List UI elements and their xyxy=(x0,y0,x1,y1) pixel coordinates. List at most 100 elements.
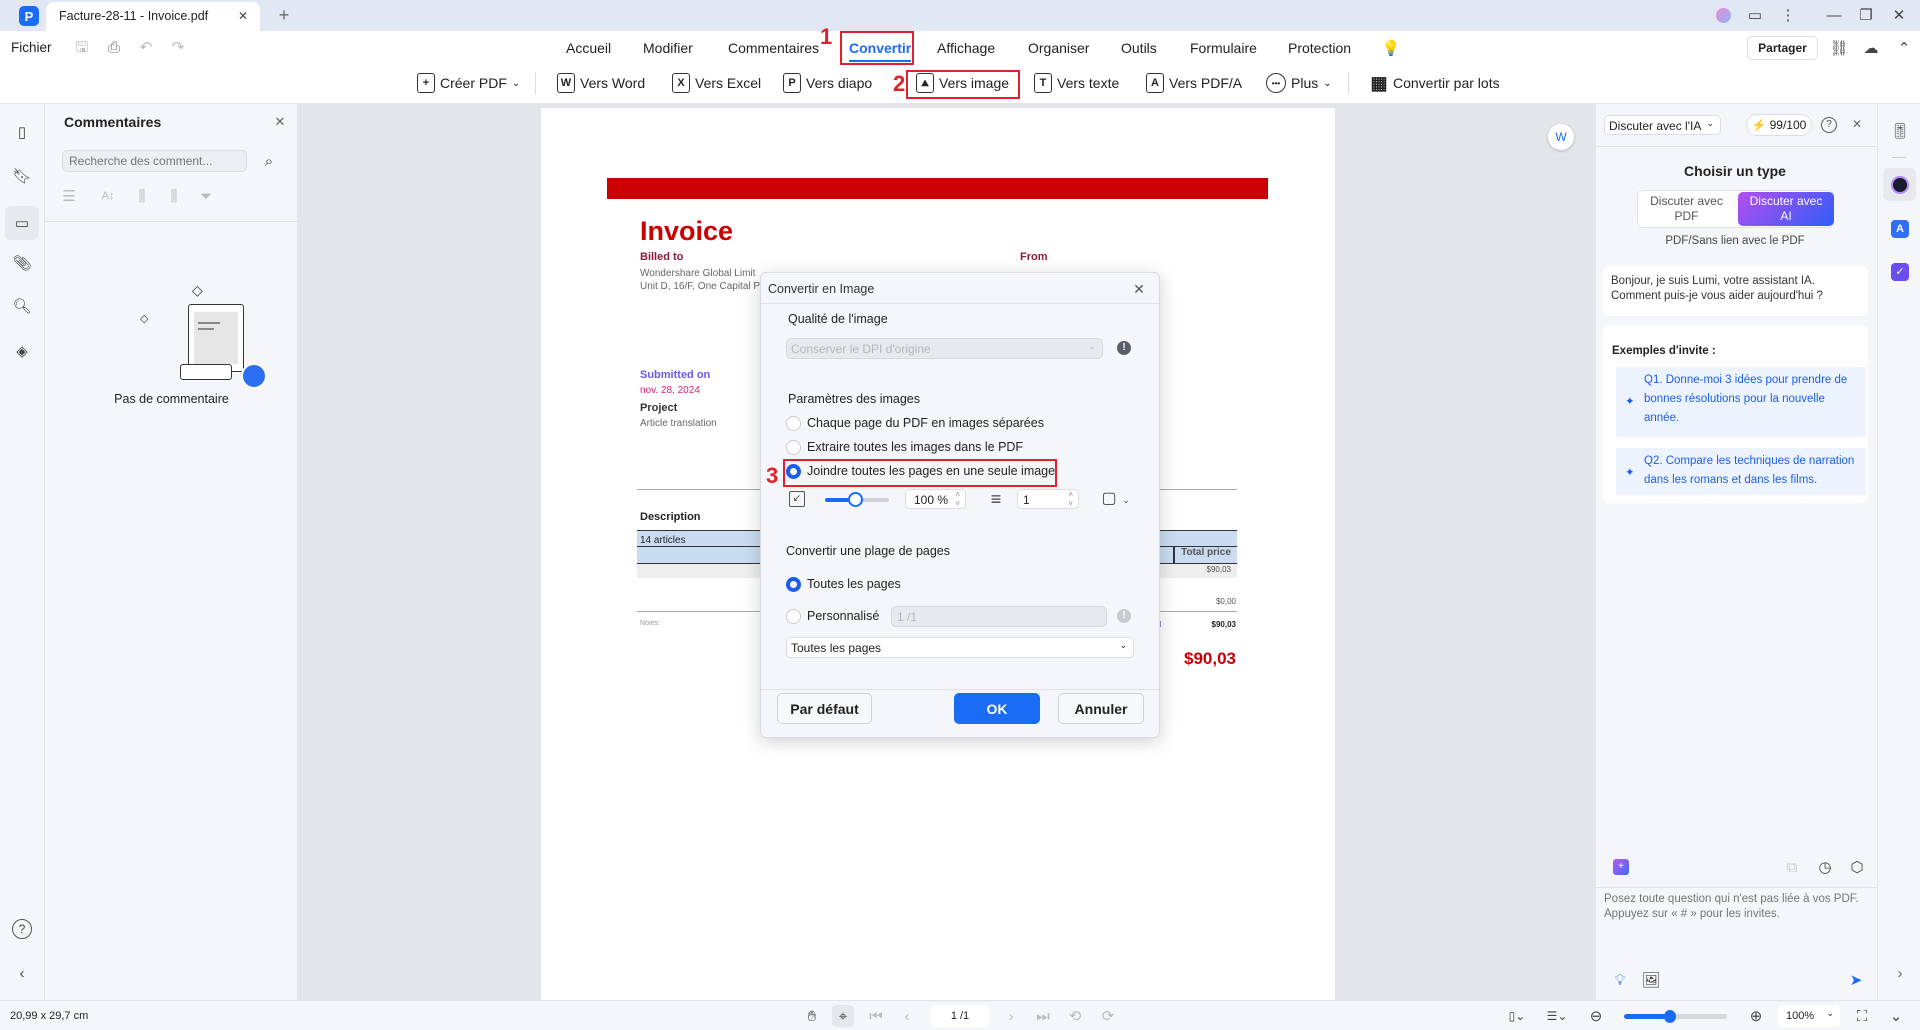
zoom-level-select[interactable]: 100% ⌄ xyxy=(1778,1005,1840,1027)
more-vertical-icon[interactable]: ⋮ xyxy=(1780,7,1796,23)
help-icon[interactable]: ? xyxy=(1821,117,1837,133)
menu-organiser[interactable]: Organiser xyxy=(1028,40,1089,56)
chevron-down-icon[interactable]: ⌄ xyxy=(1121,495,1131,505)
batch-convert-button[interactable]: ▦ Convertir par lots xyxy=(1370,73,1499,93)
close-tab-icon[interactable]: ✕ xyxy=(236,9,250,23)
settings-icon[interactable]: ⬡ xyxy=(1849,859,1865,875)
option-extract-images-label[interactable]: Extraire toutes les images dans le PDF xyxy=(807,440,1023,454)
menu-protection[interactable]: Protection xyxy=(1288,40,1351,56)
page-number-input[interactable]: 1 /1 xyxy=(931,1005,989,1027)
close-ai-panel-icon[interactable]: ✕ xyxy=(1850,117,1864,131)
to-pdfa-button[interactable]: A Vers PDF/A xyxy=(1146,73,1242,93)
comments-search-input[interactable] xyxy=(62,150,247,172)
ai-assistant-icon[interactable] xyxy=(1883,168,1916,201)
stepper-icon[interactable]: ˄ ˅ xyxy=(1068,490,1073,508)
to-slides-button[interactable]: P Vers diapo xyxy=(783,73,872,93)
spacing-input[interactable]: 1 ˄ ˅ xyxy=(1017,489,1079,509)
search-icon[interactable]: ⌕ xyxy=(260,152,278,170)
redo-icon[interactable]: ↷ xyxy=(170,39,186,55)
custom-range-radio[interactable] xyxy=(786,609,801,624)
file-menu[interactable]: Fichier xyxy=(11,40,52,55)
scale-input[interactable]: 100 % ˄ ˅ xyxy=(905,489,966,509)
zoom-slider[interactable] xyxy=(1624,1010,1727,1023)
example-prompt-2[interactable]: ✦ Q2. Compare les techniques de narration… xyxy=(1616,448,1866,495)
attachment-icon[interactable]: 📎︎ xyxy=(12,253,32,273)
ai-mode-select[interactable]: Discuter avec l'IA ⌄ xyxy=(1604,115,1721,135)
rotate-left-icon[interactable]: ⟲ xyxy=(1066,1007,1084,1025)
scroll-mode-icon[interactable]: ☰⌄ xyxy=(1546,1007,1568,1025)
bookmark-icon[interactable]: 🔖︎ xyxy=(12,166,32,186)
chat-with-pdf-option[interactable]: Discuter avec PDF xyxy=(1638,191,1735,227)
default-button[interactable]: Par défaut xyxy=(777,693,872,724)
hand-tool-icon[interactable]: ✋︎ xyxy=(803,1007,821,1025)
sort-icon[interactable]: ☰ xyxy=(60,187,78,205)
to-word-button[interactable]: W Vers Word xyxy=(557,73,645,93)
floating-convert-icon[interactable]: W xyxy=(1548,124,1574,150)
scale-slider[interactable] xyxy=(825,492,889,507)
last-page-icon[interactable]: ⏭ xyxy=(1034,1007,1052,1025)
minimize-icon[interactable]: — xyxy=(1826,7,1842,23)
prompt-lightbulb-icon[interactable]: 💡︎ xyxy=(1612,972,1628,988)
more-view-icon[interactable]: ⌄ xyxy=(1887,1007,1905,1025)
rotate-right-icon[interactable]: ⟳ xyxy=(1099,1007,1117,1025)
page-display-icon[interactable]: ▯⌄ xyxy=(1506,1007,1528,1025)
notebook-icon[interactable]: + xyxy=(1613,859,1629,875)
translate-icon[interactable]: A xyxy=(1891,220,1909,238)
collapse-all-icon[interactable]: ⫼ xyxy=(165,187,183,205)
share-button[interactable]: Partager xyxy=(1747,36,1818,60)
example-prompt-1[interactable]: ✦ Q1. Donne-moi 3 idées pour prendre de b… xyxy=(1616,367,1866,437)
close-panel-icon[interactable]: ✕ xyxy=(273,114,287,128)
prev-page-icon[interactable]: ‹ xyxy=(898,1007,916,1025)
expand-right-icon[interactable]: › xyxy=(1891,964,1909,982)
page-layout-icon[interactable]: ▢ xyxy=(1101,490,1117,508)
undo-icon[interactable]: ↶ xyxy=(138,39,154,55)
zoom-in-icon[interactable]: ⊕ xyxy=(1747,1007,1765,1025)
credits-badge[interactable]: ⚡ 99/100 xyxy=(1746,114,1812,136)
properties-icon[interactable]: 🎚︎ xyxy=(1890,122,1909,140)
print-icon[interactable]: ⎙ xyxy=(106,39,122,55)
new-tab-button[interactable]: + xyxy=(275,6,293,24)
all-pages-radio[interactable] xyxy=(786,577,801,592)
more-button[interactable]: ••• Plus ⌄ xyxy=(1266,73,1332,93)
close-dialog-button[interactable]: ✕ xyxy=(1131,281,1147,297)
ai-question-input[interactable] xyxy=(1604,892,1870,952)
filter-icon[interactable]: ⏷ xyxy=(197,187,215,205)
zoom-slider-thumb[interactable] xyxy=(1664,1010,1676,1023)
custom-range-label[interactable]: Personnalisé xyxy=(807,609,879,623)
task-check-icon[interactable]: ✓ xyxy=(1891,263,1909,281)
option-separate-images-radio[interactable] xyxy=(786,416,801,431)
close-window-icon[interactable]: ✕ xyxy=(1891,7,1907,23)
avatar[interactable] xyxy=(1716,8,1731,23)
send-icon[interactable]: ➤ xyxy=(1848,972,1864,988)
menu-outils[interactable]: Outils xyxy=(1121,40,1157,56)
create-pdf-button[interactable]: + Créer PDF ⌄ xyxy=(417,73,520,93)
comment-icon[interactable]: ▭ xyxy=(5,206,39,240)
select-tool-icon[interactable]: ⌖ xyxy=(832,1005,854,1027)
new-chat-icon[interactable]: ⧉ xyxy=(1784,859,1800,875)
menu-modifier[interactable]: Modifier xyxy=(643,40,693,56)
search-icon[interactable]: 🔍︎ xyxy=(12,296,32,316)
lightbulb-icon[interactable]: 💡 xyxy=(1382,40,1401,56)
menu-affichage[interactable]: Affichage xyxy=(937,40,995,56)
save-icon[interactable]: 🖫 xyxy=(74,39,90,55)
info-icon[interactable]: ! xyxy=(1117,609,1131,623)
document-tab[interactable]: Facture-28-11 - Invoice.pdf ✕ xyxy=(46,2,260,31)
workflow-icon[interactable]: ⛓ xyxy=(1829,40,1848,56)
layers-icon[interactable]: ◈ xyxy=(12,341,32,361)
collapse-ribbon-icon[interactable]: ⌃ xyxy=(1896,40,1912,56)
history-icon[interactable]: ◷ xyxy=(1817,859,1833,875)
sort-alpha-icon[interactable]: A↕ xyxy=(99,187,117,205)
cloud-upload-icon[interactable]: ☁ xyxy=(1863,40,1879,56)
to-text-button[interactable]: T Vers texte xyxy=(1034,73,1119,93)
restore-icon[interactable]: ❐ xyxy=(1858,7,1874,23)
option-separate-images-label[interactable]: Chaque page du PDF en images séparées xyxy=(807,416,1044,430)
info-icon[interactable]: ! xyxy=(1117,341,1131,355)
menu-formulaire[interactable]: Formulaire xyxy=(1190,40,1257,56)
first-page-icon[interactable]: ⏮ xyxy=(867,1007,885,1025)
option-extract-images-radio[interactable] xyxy=(786,440,801,455)
fit-page-icon[interactable]: ⛶ xyxy=(1853,1007,1871,1025)
all-pages-label[interactable]: Toutes les pages xyxy=(807,577,901,591)
expand-all-icon[interactable]: ⫼ xyxy=(133,187,151,205)
spacing-icon[interactable]: ≡ xyxy=(987,490,1005,508)
menu-accueil[interactable]: Accueil xyxy=(566,40,611,56)
